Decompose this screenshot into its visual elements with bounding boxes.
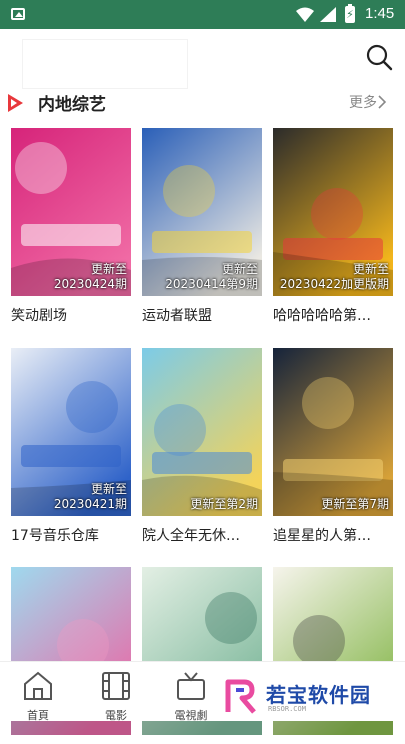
- search-row: [0, 29, 405, 89]
- show-title: 17号音乐仓库: [11, 528, 99, 544]
- show-card[interactable]: 更新至 20230422加更版期哈哈哈哈哈第…: [273, 128, 393, 325]
- poster-art: [273, 348, 393, 516]
- signal-icon: [320, 7, 336, 22]
- nav-label: 首頁: [27, 709, 49, 722]
- episode-line-2: 20230424期: [53, 277, 127, 291]
- nav-label: 電視劇: [174, 709, 208, 722]
- episode-badge: 更新至第2期: [190, 497, 258, 512]
- chevron-right-icon: [378, 95, 387, 109]
- image-icon: [11, 8, 25, 20]
- film-icon: [102, 672, 130, 700]
- episode-line-1: 更新至: [221, 262, 258, 276]
- show-card[interactable]: 更新至 20230424期笑动剧场: [11, 128, 131, 325]
- episode-line-1: 更新至: [90, 482, 127, 496]
- show-card[interactable]: 更新至 20230414第9期运动者联盟: [142, 128, 262, 325]
- episode-badge: 更新至 20230421期: [54, 482, 127, 512]
- show-card[interactable]: 更新至 20230421期 17号音乐仓库: [11, 348, 131, 545]
- search-icon[interactable]: [364, 42, 394, 72]
- poster-art: [142, 348, 262, 516]
- home-icon: [24, 671, 52, 700]
- episode-badge: 更新至 20230414第9期: [165, 262, 258, 292]
- episode-line-2: 20230422加更版期: [279, 277, 389, 291]
- clock: 1:45: [365, 5, 395, 22]
- episode-line-1: 更新至: [352, 262, 389, 276]
- more-link[interactable]: 更多: [349, 92, 387, 112]
- nav-label: 電影: [105, 709, 127, 722]
- episode-badge: 更新至第7期: [321, 497, 389, 512]
- show-title: 运动者联盟: [142, 308, 212, 324]
- poster-image: 更新至 20230422加更版期: [273, 128, 393, 296]
- show-title: 哈哈哈哈哈第…: [273, 308, 371, 324]
- show-title: 追星星的人第…: [273, 528, 371, 544]
- poster-image: 更新至第7期: [273, 348, 393, 516]
- watermark-url: RBSOR.COM: [268, 705, 306, 713]
- show-card[interactable]: 更新至第2期院人全年无休…: [142, 348, 262, 545]
- battery-icon: ⚡: [345, 4, 355, 23]
- episode-line-2: 更新至第2期: [190, 497, 258, 511]
- episode-line-1: 更新至: [90, 262, 127, 276]
- nav-item-tv[interactable]: 電視劇: [161, 666, 221, 722]
- poster-image: 更新至 20230424期: [11, 128, 131, 296]
- show-title: 院人全年无休…: [142, 528, 240, 544]
- tv-icon: [177, 672, 205, 700]
- wifi-icon: [296, 7, 314, 22]
- episode-badge: 更新至 20230422加更版期: [280, 262, 389, 292]
- more-label: 更多: [349, 95, 377, 111]
- poster-image: 更新至 20230414第9期: [142, 128, 262, 296]
- play-triangle-icon: [8, 94, 23, 112]
- episode-line-2: 更新至第7期: [321, 497, 389, 511]
- section-header: 内地综艺 更多: [0, 86, 405, 118]
- watermark-text: 若宝软件园: [266, 683, 371, 707]
- section-title: 内地综艺: [38, 95, 106, 115]
- nav-item-home[interactable]: 首頁: [8, 666, 68, 722]
- status-bar: ⚡ 1:45: [0, 0, 405, 29]
- show-card[interactable]: 更新至第7期追星星的人第…: [273, 348, 393, 545]
- episode-line-2: 20230421期: [53, 497, 127, 511]
- poster-image: 更新至第2期: [142, 348, 262, 516]
- show-title: 笑动剧场: [11, 308, 67, 324]
- poster-image: 更新至 20230421期: [11, 348, 131, 516]
- episode-line-2: 20230414第9期: [165, 277, 258, 291]
- search-box[interactable]: [22, 39, 188, 89]
- episode-badge: 更新至 20230424期: [54, 262, 127, 292]
- nav-item-film[interactable]: 電影: [86, 666, 146, 722]
